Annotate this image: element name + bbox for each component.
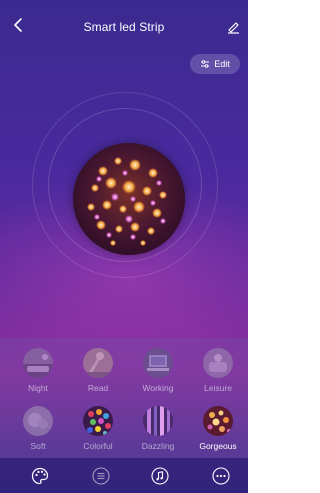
scene-label: Leisure [204,383,232,393]
music-icon [151,467,169,485]
tab-scenes[interactable] [30,466,50,486]
list-icon [92,467,110,485]
bottom-tab-bar [0,458,248,493]
scene-label: Read [87,383,109,393]
dazzling-scene-image [143,406,173,436]
night-scene-image [23,348,53,378]
soft-scene-image [23,406,53,436]
scene-label: Colorful [83,441,113,451]
tab-music[interactable] [150,466,170,486]
scene-label: Night [28,383,48,393]
pencil-icon [228,22,239,34]
tab-list[interactable] [91,466,111,486]
gorgeous-scene-image [203,406,233,436]
back-button[interactable] [10,16,28,34]
sliders-icon [201,60,210,68]
working-scene-image [143,348,173,378]
scene-working[interactable]: Working [128,342,188,398]
more-icon [212,467,230,485]
scene-gorgeous[interactable]: Gorgeous [188,400,248,456]
scenes-panel: Night Read Working Leisure Soft Colorful… [0,338,248,458]
current-scene-image [73,143,185,255]
scene-label: Gorgeous [199,441,237,451]
screen: Smart led Strip Edit Night Read Working … [0,0,248,493]
palette-icon [31,467,49,485]
scene-leisure[interactable]: Leisure [188,342,248,398]
scene-label: Soft [30,441,46,451]
header: Smart led Strip [0,0,248,40]
scene-label: Dazzling [141,441,175,451]
colorful-scene-image [83,406,113,436]
page-title: Smart led Strip [83,20,165,34]
scene-label: Working [142,383,174,393]
scene-night[interactable]: Night [8,342,68,398]
scene-read[interactable]: Read [68,342,128,398]
edit-button[interactable]: Edit [190,54,240,74]
scene-soft[interactable]: Soft [8,400,68,456]
tab-more[interactable] [211,466,231,486]
scene-dazzling[interactable]: Dazzling [128,400,188,456]
edit-label: Edit [214,59,230,69]
chevron-left-icon [14,18,22,32]
read-scene-image [83,348,113,378]
rename-button[interactable] [226,20,240,34]
scene-colorful[interactable]: Colorful [68,400,128,456]
leisure-scene-image [203,348,233,378]
